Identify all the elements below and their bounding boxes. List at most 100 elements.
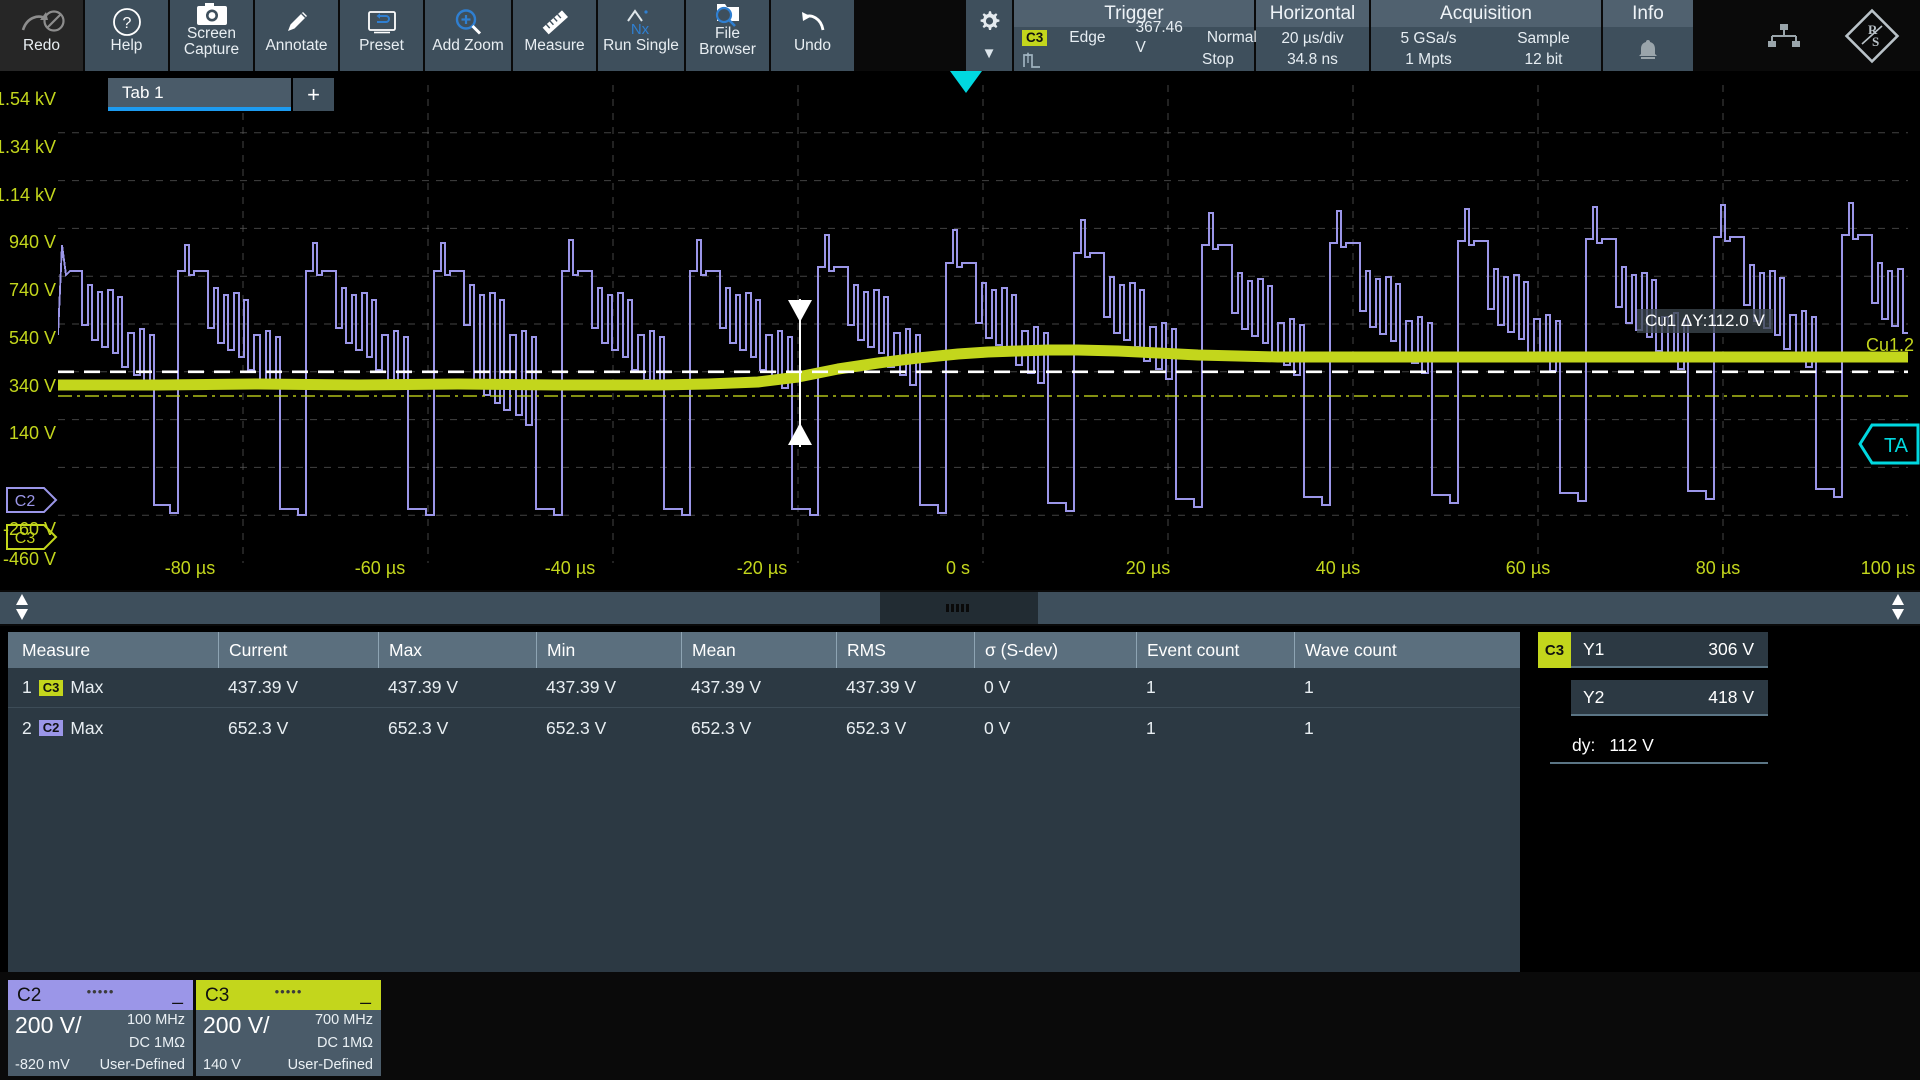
- table-row[interactable]: 1 C3 Max 437.39 V 437.39 V 437.39 V 437.…: [8, 668, 1520, 708]
- tab-1-label: Tab 1: [122, 82, 164, 102]
- x-label-2: -40 µs: [544, 558, 596, 578]
- acquisition-panel[interactable]: Acquisition 5 GSa/s 1 Mpts Sample 12 bit: [1371, 0, 1601, 71]
- x-label-3: -20 µs: [736, 558, 788, 578]
- x-label-1: -60 µs: [354, 558, 406, 578]
- trigger-position-marker[interactable]: [950, 71, 982, 93]
- channel-c2-name: C2: [17, 984, 42, 1006]
- network-icon[interactable]: [1764, 21, 1804, 51]
- trigger-edge-icon: [1022, 51, 1042, 69]
- channel-badge-c3[interactable]: C3 ••••• _ 200 V/ 140 V 700 MHz DC 1MΩ U…: [196, 980, 381, 1076]
- col-header-rms[interactable]: RMS: [836, 632, 974, 668]
- y-label-3: 940 V: [8, 232, 56, 252]
- cursor-y1-value: 306 V: [1708, 638, 1754, 659]
- cell-event-count: 1: [1146, 677, 1156, 697]
- trigger-source-badge[interactable]: C3: [1022, 30, 1048, 46]
- col-header-max[interactable]: Max: [378, 632, 536, 668]
- channel-c2-minimize[interactable]: _: [172, 985, 183, 1004]
- cell-max: 652.3 V: [388, 717, 449, 738]
- x-label-4: 0 s: [945, 558, 971, 578]
- trigger-mode: Normal: [1206, 29, 1257, 46]
- x-axis-labels: -80 µs -60 µs -40 µs -20 µs 0 s 20 µs 40…: [0, 558, 1920, 588]
- cursor-y1-label: Y1: [1583, 638, 1605, 659]
- channel-c2-header[interactable]: C2 ••••• _: [8, 980, 193, 1010]
- preset-icon: [367, 5, 397, 38]
- col-header-measure[interactable]: Measure: [8, 632, 218, 668]
- table-row[interactable]: 2 C2 Max 652.3 V 652.3 V 652.3 V 652.3 V…: [8, 708, 1520, 748]
- col-header-sdev[interactable]: σ (S-dev): [974, 632, 1136, 668]
- channel-c2-bandwidth: 100 MHz: [126, 1012, 185, 1028]
- splitter-arrows-left[interactable]: [12, 594, 32, 620]
- x-label-0: -80 µs: [164, 558, 216, 578]
- trigger-type: Edge: [1069, 29, 1106, 46]
- cell-mean: 437.39 V: [691, 677, 762, 697]
- settings-button[interactable]: ▼: [966, 0, 1012, 71]
- oscilloscope-app: Redo ? Help Screen Capture Annotate Pres…: [0, 0, 1920, 1080]
- add-zoom-label: Add Zoom: [432, 37, 504, 54]
- cell-mean: 652.3 V: [691, 717, 752, 738]
- file-browser-icon: [713, 2, 743, 27]
- waveform-display[interactable]: Cu1 ΔY:112.0 V Cu1.2 TA C2 C3: [0, 71, 1920, 590]
- trigger-panel[interactable]: Trigger C3 Edge 367.46 V Normal Stop: [1014, 0, 1257, 71]
- annotate-button[interactable]: Annotate: [255, 0, 338, 71]
- undo-button[interactable]: Undo: [771, 0, 854, 71]
- cell-max: 437.39 V: [388, 677, 459, 697]
- channel-bar: C2 ••••• _ 200 V/ -820 mV 100 MHz DC 1MΩ…: [0, 972, 1920, 1080]
- channel-c3-header[interactable]: C3 ••••• _: [196, 980, 381, 1010]
- info-panel[interactable]: Info: [1603, 0, 1693, 71]
- add-zoom-button[interactable]: Add Zoom: [425, 0, 511, 71]
- acquisition-mode: Sample: [1517, 29, 1570, 47]
- y-label-5: 540 V: [8, 328, 56, 348]
- toolbar-right-area: R S: [1695, 0, 1920, 71]
- info-title: Info: [1603, 0, 1693, 27]
- measure-button[interactable]: Measure: [513, 0, 596, 71]
- undo-label: Undo: [793, 37, 832, 54]
- x-label-6: 40 µs: [1315, 558, 1361, 578]
- horizontal-panel[interactable]: Horizontal 20 µs/div 34.8 ns: [1256, 0, 1369, 71]
- pencil-icon: [283, 5, 311, 38]
- cursor-y1-row[interactable]: C3 Y1 306 V: [1538, 632, 1768, 668]
- col-header-event-count[interactable]: Event count: [1136, 632, 1294, 668]
- cursor-y2-row[interactable]: Y2 418 V: [1571, 680, 1768, 716]
- add-tab-button[interactable]: +: [293, 78, 334, 111]
- help-question-icon: ?: [112, 5, 142, 38]
- splitter-handle[interactable]: [880, 592, 1038, 624]
- file-browser-label-1: File: [715, 25, 740, 42]
- channel-c2-probe: User-Defined: [99, 1057, 185, 1073]
- splitter-arrows-right[interactable]: [1888, 594, 1908, 620]
- waveform-canvas[interactable]: [58, 85, 1908, 563]
- tab-1[interactable]: Tab 1: [108, 78, 291, 111]
- screen-capture-label-1: Screen: [186, 25, 237, 42]
- row-measure-name: Max: [70, 717, 104, 738]
- cell-min: 437.39 V: [546, 677, 617, 697]
- top-toolbar: Redo ? Help Screen Capture Annotate Pres…: [0, 0, 1920, 71]
- annotate-label: Annotate: [265, 37, 328, 54]
- x-label-5: 20 µs: [1125, 558, 1171, 578]
- channel-c3-coupling: DC 1MΩ: [317, 1034, 373, 1051]
- run-single-button[interactable]: Nx Run Single: [598, 0, 684, 71]
- channel-c3-minimize[interactable]: _: [360, 985, 371, 1004]
- col-header-mean[interactable]: Mean: [681, 632, 836, 668]
- trigger-title: Trigger: [1014, 0, 1254, 27]
- screen-capture-button[interactable]: Screen Capture: [170, 0, 253, 71]
- preset-button[interactable]: Preset: [340, 0, 423, 71]
- cursor-y2-label: Y2: [1583, 686, 1605, 707]
- col-header-min[interactable]: Min: [536, 632, 681, 668]
- tab-bar: Tab 1 +: [108, 78, 334, 111]
- trigger-level-marker[interactable]: TA: [1858, 423, 1920, 465]
- redo-button[interactable]: Redo: [0, 0, 83, 71]
- settings-chevron-icon: ▼: [981, 44, 997, 62]
- horizontal-timebase: 20 µs/div: [1281, 29, 1344, 47]
- cell-current: 437.39 V: [228, 677, 299, 697]
- measurement-table[interactable]: Measure Current Max Min Mean RMS σ (S-de…: [8, 632, 1520, 972]
- cell-current: 652.3 V: [228, 717, 289, 738]
- cursor-results-panel[interactable]: C3 Y1 306 V Y2 418 V dy: 112 V: [1538, 632, 1768, 764]
- col-header-wave-count[interactable]: Wave count: [1294, 632, 1474, 668]
- col-header-current[interactable]: Current: [218, 632, 378, 668]
- acquisition-memory: 1 Mpts: [1405, 50, 1452, 68]
- channel-badge-c2[interactable]: C2 ••••• _ 200 V/ -820 mV 100 MHz DC 1MΩ…: [8, 980, 193, 1076]
- help-button[interactable]: ? Help: [85, 0, 168, 71]
- cursor-dy-label: dy:: [1572, 734, 1596, 755]
- file-browser-button[interactable]: File Browser: [686, 0, 769, 71]
- measure-cell: 1 C3 Max: [8, 668, 218, 707]
- panel-splitter[interactable]: [0, 590, 1920, 626]
